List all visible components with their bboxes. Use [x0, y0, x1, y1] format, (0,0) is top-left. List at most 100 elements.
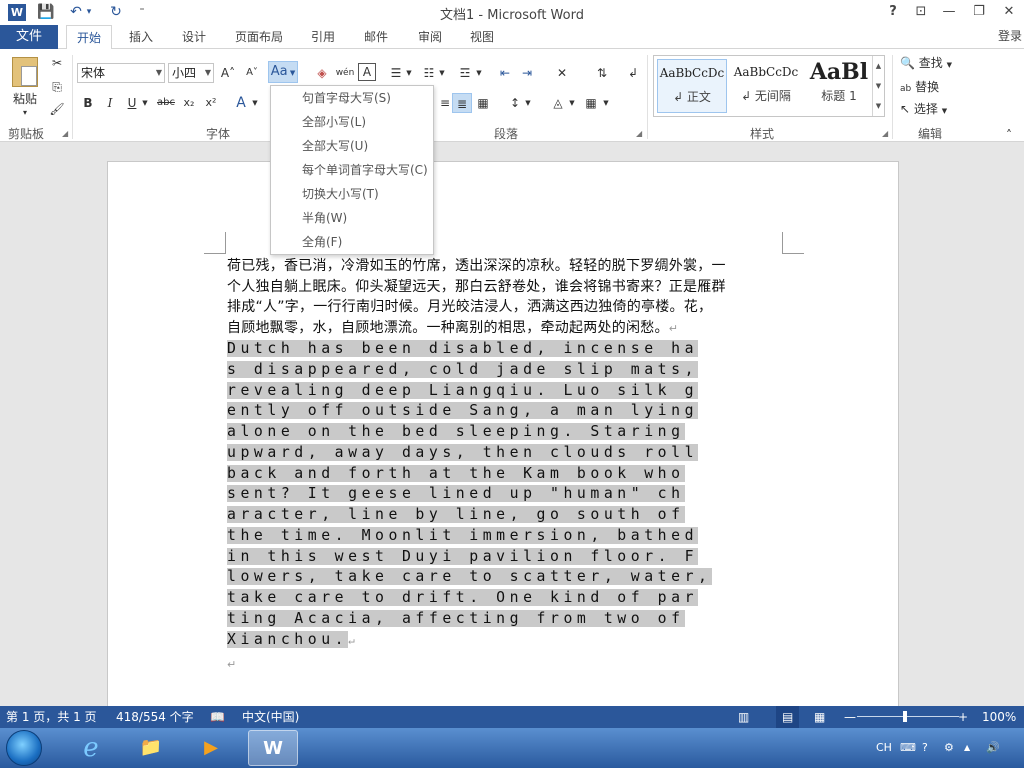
sign-in-link[interactable]: 登录 — [998, 25, 1022, 47]
shrink-font-button[interactable]: A˅ — [242, 63, 262, 83]
select-button[interactable]: ↖ 选择 ▼ — [900, 99, 960, 119]
menu-item-half-width[interactable]: 半角(W) — [302, 207, 347, 229]
clear-formatting-icon[interactable]: ◈ — [312, 63, 332, 83]
chevron-down-icon[interactable]: ▼ — [873, 76, 884, 96]
replace-button[interactable]: ab 替换 — [900, 77, 960, 97]
page-count[interactable]: 第 1 页，共 1 页 — [6, 706, 97, 728]
tray-expand-icon[interactable]: ▲ — [964, 728, 970, 768]
styles-launcher-icon[interactable]: ◢ — [882, 129, 888, 138]
style-normal[interactable]: AaBbCcDc ↲ 正文 — [657, 59, 727, 113]
distributed-icon[interactable]: ▦ — [474, 93, 492, 113]
media-player-icon[interactable]: ▶ — [186, 730, 236, 766]
subscript-button[interactable]: x₂ — [180, 93, 198, 113]
chevron-down-icon[interactable]: ▼ — [140, 93, 150, 113]
increase-indent-icon[interactable]: ⇥ — [518, 63, 536, 83]
word-taskbar-icon[interactable]: W — [248, 730, 298, 766]
read-mode-icon[interactable]: ▥ — [738, 706, 749, 728]
styles-scroll[interactable]: ▲ ▼ ▼ — [872, 56, 884, 116]
font-size-combo[interactable]: 小四 ▼ — [168, 63, 214, 83]
text-effects-button[interactable]: A — [232, 93, 250, 113]
chevron-down-icon[interactable]: ▼ — [524, 93, 532, 113]
tab-mailings[interactable]: 邮件 — [356, 25, 396, 49]
zoom-level[interactable]: 100% — [982, 706, 1016, 728]
chinese-layout-icon[interactable]: ✕ — [550, 63, 574, 83]
strikethrough-button[interactable]: abc — [154, 93, 178, 113]
start-button[interactable] — [6, 730, 42, 766]
phonetic-guide-button[interactable]: wén — [334, 63, 356, 83]
numbering-icon[interactable]: ☷ — [421, 63, 437, 83]
zoom-slider[interactable] — [857, 716, 959, 717]
menu-item-uppercase[interactable]: 全部大写(U) — [302, 135, 368, 157]
underline-button[interactable]: U — [124, 93, 140, 113]
menu-item-toggle-case[interactable]: 切换大小写(T) — [302, 183, 379, 205]
tab-insert[interactable]: 插入 — [122, 25, 160, 49]
more-styles-icon[interactable]: ▼ — [873, 96, 884, 116]
sort-icon[interactable]: ⇅ — [592, 63, 612, 83]
tab-design[interactable]: 设计 — [174, 25, 214, 49]
paste-dropdown-icon[interactable]: ▾ — [18, 103, 32, 123]
restore-button[interactable]: ❐ — [968, 2, 990, 22]
language-indicator[interactable]: 中文(中国) — [242, 706, 299, 728]
menu-item-capitalize-each-word[interactable]: 每个单词首字母大写(C) — [302, 159, 428, 181]
clipboard-launcher-icon[interactable]: ◢ — [62, 129, 68, 138]
ribbon-display-button[interactable]: ⊡ — [910, 2, 932, 22]
chevron-down-icon[interactable]: ▼ — [205, 64, 211, 82]
justify-icon[interactable]: ≣ — [452, 93, 472, 113]
borders-icon[interactable]: ▦ — [582, 93, 600, 113]
copy-icon[interactable]: ⎘ — [48, 77, 66, 97]
cut-icon[interactable]: ✂ — [48, 53, 66, 73]
zoom-in-button[interactable]: + — [958, 706, 968, 728]
tab-view[interactable]: 视图 — [462, 25, 502, 49]
print-layout-icon[interactable]: ▤ — [776, 706, 800, 728]
keyboard-icon[interactable]: ⌨ — [900, 728, 916, 768]
find-button[interactable]: 🔍 查找 ▼ — [900, 53, 960, 73]
ime-indicator[interactable]: CH — [876, 728, 892, 768]
paste-icon[interactable] — [12, 57, 38, 87]
shading-icon[interactable]: ◬ — [548, 93, 568, 113]
help-icon[interactable]: ? — [922, 728, 928, 768]
document-area[interactable]: 荷已残，香已消，冷滑如玉的竹席，透出深深的凉秋。轻轻的脱下罗绸外裳，一 个人独自… — [0, 142, 1024, 721]
proofing-icon[interactable]: 📖 — [210, 706, 225, 728]
chinese-paragraph[interactable]: 荷已残，香已消，冷滑如玉的竹席，透出深深的凉秋。轻轻的脱下罗绸外裳，一 个人独自… — [227, 256, 783, 339]
file-explorer-icon[interactable]: 📁 — [126, 730, 176, 766]
chevron-down-icon[interactable]: ▼ — [250, 93, 260, 113]
zoom-out-button[interactable]: — — [844, 706, 856, 728]
chevron-down-icon[interactable]: ▼ — [475, 63, 483, 83]
chevron-down-icon[interactable]: ▼ — [438, 63, 446, 83]
show-marks-icon[interactable]: ↲ — [624, 63, 642, 83]
zoom-slider-thumb[interactable] — [903, 711, 907, 722]
style-heading-1[interactable]: AaBl 标题 1 — [804, 59, 874, 113]
menu-item-sentence-case[interactable]: 句首字母大写(S) — [302, 87, 391, 109]
character-border-button[interactable]: A — [358, 63, 376, 81]
tab-review[interactable]: 审阅 — [410, 25, 450, 49]
tab-references[interactable]: 引用 — [304, 25, 342, 49]
superscript-button[interactable]: x² — [202, 93, 220, 113]
document-page[interactable]: 荷已残，香已消，冷滑如玉的竹席，透出深深的凉秋。轻轻的脱下罗绸外裳，一 个人独自… — [107, 161, 899, 721]
multilevel-list-icon[interactable]: ☲ — [456, 63, 474, 83]
italic-button[interactable]: I — [102, 93, 118, 113]
settings-icon[interactable]: ⚙ — [944, 728, 954, 768]
chevron-down-icon[interactable]: ▼ — [602, 93, 610, 113]
change-case-button[interactable]: Aa ▼ — [268, 61, 298, 83]
word-count[interactable]: 418/554 个字 — [116, 706, 194, 728]
menu-item-full-width[interactable]: 全角(F) — [302, 231, 342, 253]
close-button[interactable]: ✕ — [998, 2, 1020, 22]
minimize-button[interactable]: — — [938, 2, 960, 22]
style-no-spacing[interactable]: AaBbCcDc ↲ 无间隔 — [731, 59, 801, 113]
help-button[interactable]: ? — [882, 2, 904, 22]
grow-font-button[interactable]: A˄ — [218, 63, 238, 83]
font-name-combo[interactable]: 宋体 ▼ — [77, 63, 165, 83]
internet-explorer-icon[interactable]: e — [66, 730, 116, 766]
menu-item-lowercase[interactable]: 全部小写(L) — [302, 111, 366, 133]
volume-icon[interactable]: 🔊 — [986, 728, 1000, 768]
decrease-indent-icon[interactable]: ⇤ — [496, 63, 514, 83]
chevron-up-icon[interactable]: ▲ — [873, 56, 884, 76]
tab-page-layout[interactable]: 页面布局 — [228, 25, 290, 49]
web-layout-icon[interactable]: ▦ — [814, 706, 825, 728]
tab-file[interactable]: 文件 — [0, 25, 58, 49]
tab-home[interactable]: 开始 — [66, 25, 112, 50]
format-painter-icon[interactable]: 🖌 — [48, 99, 66, 119]
chevron-down-icon[interactable]: ▼ — [405, 63, 413, 83]
chevron-down-icon[interactable]: ▼ — [156, 64, 162, 82]
bullets-icon[interactable]: ☰ — [388, 63, 404, 83]
